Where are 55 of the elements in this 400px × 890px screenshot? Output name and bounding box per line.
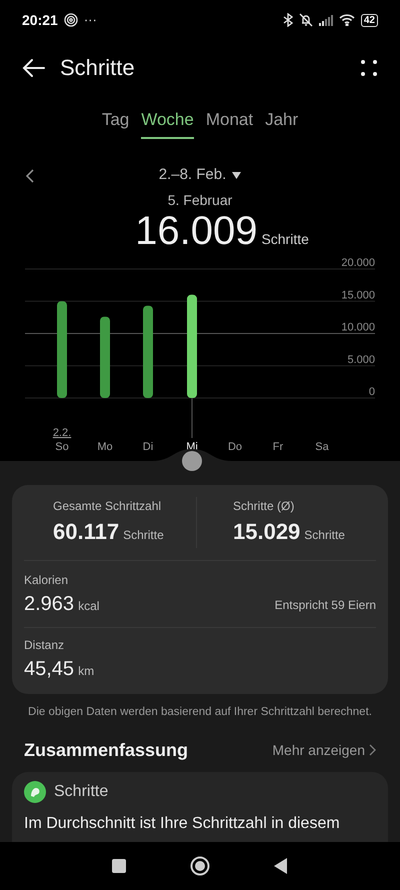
axis-tick-label: 15.000 [341,288,375,301]
step-unit: Schritte [261,230,309,248]
dropdown-triangle-icon [232,172,242,179]
back-button[interactable] [274,858,288,874]
bluetooth-icon [282,13,293,27]
unit-label: kcal [78,598,100,614]
section-title: Zusammenfassung [24,738,188,762]
axis-tick-label: 20.000 [341,256,375,268]
summary-text: Im Durchschnitt ist Ihre Schrittzahl in diesem [24,814,341,834]
period-tab[interactable]: Woche [141,107,194,138]
overflow-dots: ··· [84,11,97,30]
signal-icon [318,14,333,26]
day-label: Fr [272,440,284,452]
average-steps-value: 15.029 [233,518,300,546]
bell-muted-icon [298,13,313,27]
page-title: Schritte [60,54,135,82]
day-label: Di [142,440,154,452]
distance-label: Distanz [24,636,66,654]
clock-time: 20:21 [22,10,58,30]
day-label: So [55,440,69,452]
axis-tick-label: 10.000 [341,321,375,333]
calories-label: Kalorien [24,572,70,588]
home-button[interactable] [190,856,210,876]
axis-tick-label: 5.000 [347,353,375,366]
period-tab[interactable]: Jahr [265,107,298,138]
distance-value: 45,45 [24,656,74,682]
period-tab[interactable]: Monat [206,107,254,138]
back-arrow-icon[interactable] [22,58,46,78]
selected-date: 5. Februar [168,190,232,210]
day-label: Mo [97,440,113,452]
fingerprint-icon [64,13,78,27]
wifi-icon [338,14,355,26]
slider-handle[interactable] [182,450,202,470]
day-label: Sa [315,440,329,452]
battery-icon: 42 [360,14,378,26]
calories-value: 2.963 [24,592,74,616]
day-label: Do [228,440,242,452]
footnote: Die obigen Daten werden basierend auf Ihrer Schrittzahl berechnet. [27,704,373,720]
week-start-date: 2.2. [52,426,72,438]
total-steps-value: 60.117 [53,518,120,546]
date-range-picker[interactable]: 2.–8. Feb. [158,164,242,187]
average-steps-label: Schritte (Ø) [233,498,296,514]
period-tab[interactable]: Tag [102,107,130,138]
step-count: 16.009 [135,208,258,252]
more-link[interactable]: Mehr anzeigen [272,740,376,761]
unit-label: Schritte [304,526,345,544]
unit-label: km [78,662,94,680]
chevron-right-icon [369,744,376,756]
chevron-left-icon[interactable] [25,168,35,184]
more-menu-icon[interactable] [360,58,378,76]
total-steps-label: Gesamte Schrittzahl [53,498,162,514]
unit-label: Schritte [123,526,164,544]
axis-tick-label: 0 [368,386,375,398]
card-title: Schritte [54,782,108,802]
calories-equivalent: Entspricht 59 Eiern [274,596,376,614]
